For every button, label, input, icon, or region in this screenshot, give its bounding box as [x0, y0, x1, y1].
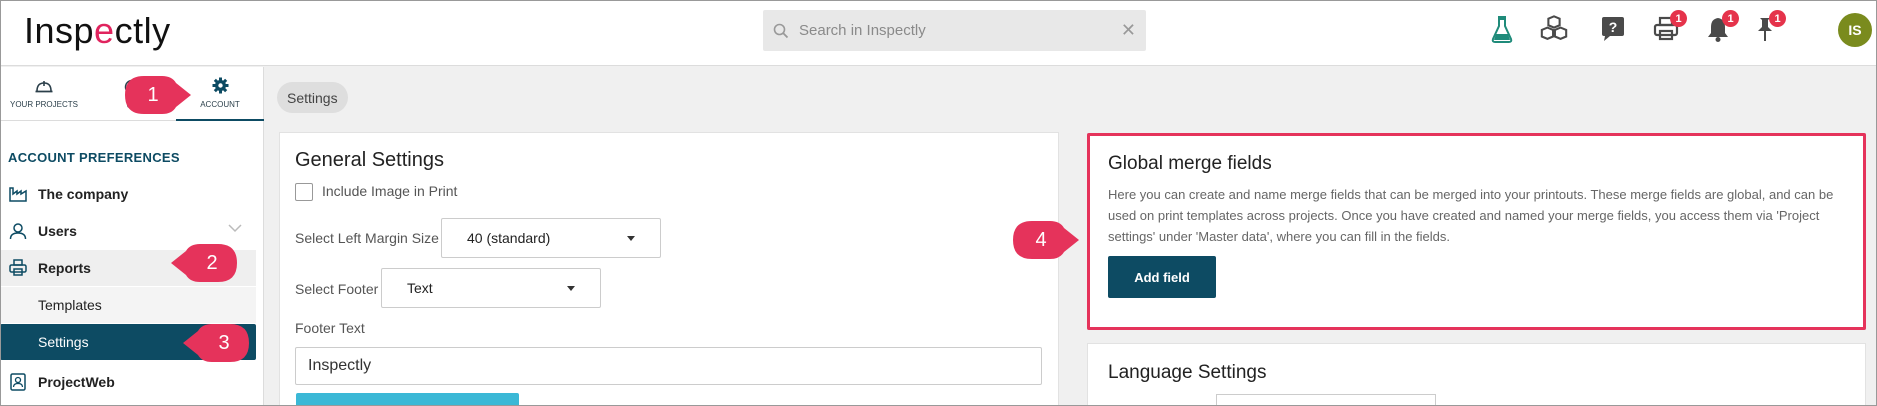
pin-badge: 1 [1769, 10, 1786, 27]
sidebar-item-label: The company [38, 186, 129, 202]
app-logo[interactable]: Inspectly [24, 10, 171, 52]
search-icon [773, 23, 789, 38]
footer-value: Text [407, 280, 433, 296]
sidebar-item-label: Users [38, 223, 77, 239]
printer-icon [8, 258, 28, 278]
caret-down-icon [567, 286, 575, 291]
tab-label: YOUR PROJECTS [9, 99, 78, 109]
sidebar-item-label: Templates [38, 297, 102, 313]
breadcrumb[interactable]: Settings [277, 82, 348, 113]
top-bar: Inspectly Search in Inspectly ✕ ? 1 1 1 … [0, 0, 1877, 66]
sidebar-item-projectweb[interactable]: ProjectWeb [0, 364, 256, 400]
flask-icon[interactable] [1487, 14, 1517, 44]
language-select[interactable] [1216, 394, 1436, 406]
callout-3: 3 [183, 323, 253, 363]
chevron-down-icon[interactable] [228, 223, 242, 233]
footer-label: Select Footer [295, 281, 379, 297]
callout-4: 4 [1012, 220, 1079, 260]
hardhat-icon [35, 80, 53, 92]
print-badge: 1 [1670, 10, 1687, 27]
footer-text-input[interactable]: Inspectly [295, 347, 1042, 385]
include-image-checkbox[interactable] [295, 183, 313, 201]
footer-text-label: Footer Text [295, 320, 365, 336]
callout-2: 2 [171, 243, 241, 283]
save-button[interactable] [296, 393, 519, 406]
bell-badge: 1 [1722, 10, 1739, 27]
tab-label: ACCOUNT [200, 100, 240, 109]
sidebar-item-label: Reports [38, 260, 91, 276]
global-merge-fields-description: Here you can create and name merge field… [1108, 187, 1834, 244]
left-margin-value: 40 (standard) [467, 230, 551, 246]
caret-down-icon [627, 236, 635, 241]
sidebar-item-label: Settings [38, 334, 89, 350]
avatar[interactable]: IS [1838, 13, 1872, 47]
search-input[interactable]: Search in Inspectly [799, 22, 926, 39]
factory-icon [8, 184, 28, 204]
bell-icon[interactable]: 1 [1703, 10, 1739, 44]
help-icon[interactable]: ? [1598, 14, 1628, 44]
tab-your-projects[interactable]: YOUR PROJECTS [0, 67, 88, 121]
contact-card-icon [8, 372, 28, 392]
left-margin-label: Select Left Margin Size [295, 230, 439, 246]
include-image-label: Include Image in Print [322, 183, 458, 199]
svg-text:?: ? [1609, 19, 1618, 35]
sidebar-item-label: ProjectWeb [38, 374, 115, 390]
search-box[interactable]: Search in Inspectly ✕ [763, 10, 1146, 51]
sidebar-item-company[interactable]: The company [0, 176, 256, 212]
sidebar-item-templates[interactable]: Templates [0, 287, 256, 323]
global-merge-fields-title: Global merge fields [1108, 153, 1272, 174]
cubes-icon[interactable] [1539, 14, 1569, 44]
left-margin-select[interactable]: 40 (standard) [441, 218, 661, 258]
section-title: ACCOUNT PREFERENCES [8, 150, 180, 165]
user-icon [8, 221, 28, 241]
language-settings-title: Language Settings [1108, 362, 1267, 383]
footer-select[interactable]: Text [381, 268, 601, 308]
pin-icon[interactable]: 1 [1750, 10, 1786, 44]
printer-icon[interactable]: 1 [1651, 10, 1687, 44]
add-field-button[interactable]: Add field [1108, 256, 1216, 298]
gear-icon [212, 77, 228, 94]
general-settings-title: General Settings [295, 149, 444, 171]
callout-1: 1 [124, 75, 191, 115]
close-icon[interactable]: ✕ [1121, 20, 1136, 41]
